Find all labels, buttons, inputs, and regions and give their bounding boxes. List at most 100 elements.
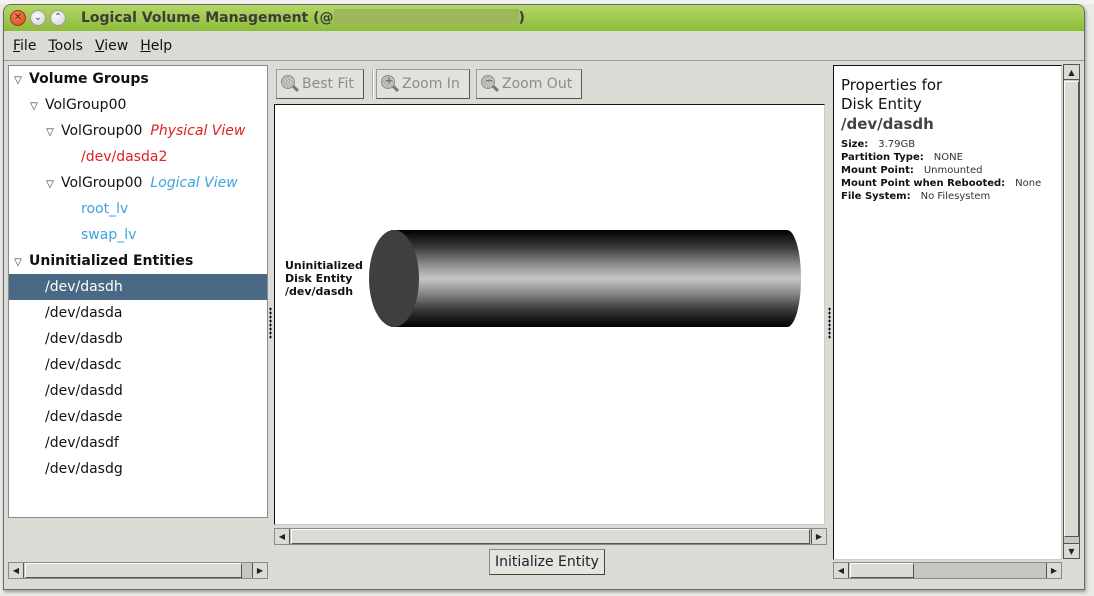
tree-label: /dev/dasdc: [45, 357, 122, 373]
tree-row-logical-view[interactable]: ▽ VolGroup00 Logical View: [9, 170, 267, 196]
entity-label-line: Disk Entity: [285, 272, 353, 285]
volume-tree[interactable]: ▽ Volume Groups ▽ VolGroup00 ▽ VolGroup00 Ph…: [8, 65, 268, 518]
title-bar[interactable]: ✕ ⌄ ⌃ Logical Volume Management (@): [4, 5, 1084, 31]
menu-help[interactable]: Help: [140, 36, 172, 56]
scroll-left-button[interactable]: ◀: [834, 563, 849, 578]
properties-vertical-scrollbar[interactable]: ▲ ▼: [1063, 64, 1080, 559]
tree-label: Uninitialized Entities: [29, 253, 194, 269]
property-value: None: [1015, 178, 1042, 189]
menu-bar: File Tools View Help: [4, 31, 1084, 61]
tree-row-uninit-entity[interactable]: /dev/dasda: [9, 300, 267, 326]
property-key: Mount Point when Rebooted:: [841, 178, 1006, 189]
property-key: Mount Point:: [841, 165, 914, 176]
tree-label: /dev/dasdg: [45, 461, 123, 477]
scrollbar-thumb[interactable]: [25, 563, 242, 578]
tree-label: /dev/dasdf: [45, 435, 119, 451]
tree-row-uninit-entity[interactable]: /dev/dasdf: [9, 430, 267, 456]
tree-label: root_lv: [81, 201, 129, 217]
arrow-left-icon: ◀: [278, 532, 286, 541]
tree-row-volume-groups[interactable]: ▽ Volume Groups: [9, 66, 267, 92]
expander-down-icon[interactable]: ▽: [43, 172, 57, 198]
tree-row-physical-view[interactable]: ▽ VolGroup00 Physical View: [9, 118, 267, 144]
expander-down-icon[interactable]: ▽: [43, 120, 57, 146]
canvas-horizontal-scrollbar[interactable]: ◀ ▶: [274, 528, 827, 545]
property-key: Partition Type:: [841, 152, 924, 163]
tree-label: Volume Groups: [29, 71, 149, 87]
arrow-left-icon: ◀: [837, 566, 845, 575]
tree-row-volgroup[interactable]: ▽ VolGroup00: [9, 92, 267, 118]
scrollbar-thumb[interactable]: [850, 563, 914, 578]
scroll-left-button[interactable]: ◀: [9, 563, 24, 578]
tree-label: swap_lv: [81, 227, 137, 243]
properties-device-name: /dev/dasdh: [841, 115, 934, 133]
maximize-window-button[interactable]: ⌃: [50, 10, 66, 26]
scroll-right-button[interactable]: ▶: [811, 529, 826, 544]
disk-cylinder-body[interactable]: [391, 230, 801, 327]
disk-cylinder-cap[interactable]: [369, 230, 419, 327]
scrollbar-thumb[interactable]: [291, 529, 810, 544]
close-window-button[interactable]: ✕: [10, 10, 26, 26]
tree-label: VolGroup00: [61, 175, 143, 191]
lvm-window: ✕ ⌄ ⌃ Logical Volume Management (@) File…: [3, 4, 1085, 590]
properties-heading-type: Disk Entity: [841, 95, 922, 113]
property-file-system: File System: No Filesystem: [841, 190, 1054, 203]
zoom-in-label: Zoom In: [402, 76, 460, 92]
tree-row-uninit-entity[interactable]: /dev/dasdb: [9, 326, 267, 352]
close-icon: ✕: [13, 12, 23, 23]
zoom-in-button[interactable]: + Zoom In: [376, 69, 470, 99]
tree-row-uninitialized-entities[interactable]: ▽ Uninitialized Entities: [9, 248, 267, 274]
tree-row-uninit-entity[interactable]: /dev/dasdc: [9, 352, 267, 378]
physical-view-label: Physical View: [150, 123, 246, 139]
scrollbar-thumb[interactable]: [1064, 81, 1079, 537]
expander-down-icon[interactable]: ▽: [11, 68, 25, 94]
tree-label: VolGroup00: [45, 97, 127, 113]
zoom-out-button[interactable]: − Zoom Out: [476, 69, 582, 99]
menu-tools-label: ools: [54, 37, 83, 54]
window-title: Logical Volume Management (@): [81, 9, 525, 26]
expander-down-icon[interactable]: ▽: [11, 250, 25, 276]
logical-view-label: Logical View: [150, 175, 238, 191]
left-pane-resize-handle[interactable]: [269, 307, 272, 339]
arrow-right-icon: ▶: [256, 566, 264, 575]
property-key: File System:: [841, 191, 911, 202]
tree-horizontal-scrollbar[interactable]: ◀ ▶: [8, 562, 268, 579]
properties-heading: Properties for: [841, 76, 943, 94]
entity-label-line: Uninitialized: [285, 259, 363, 272]
tree-row-uninit-entity[interactable]: /dev/dasdg: [9, 456, 267, 482]
tree-row-uninit-entity[interactable]: /dev/dasdd: [9, 378, 267, 404]
window-title-text: Logical Volume Management (@: [81, 10, 334, 26]
minimize-window-button[interactable]: ⌄: [30, 10, 46, 26]
redacted-hostname: [333, 9, 519, 25]
menu-tools[interactable]: Tools: [48, 36, 83, 56]
zoom-out-icon: −: [481, 74, 500, 93]
scroll-down-button[interactable]: ▼: [1064, 543, 1079, 558]
properties-horizontal-scrollbar[interactable]: ◀ ▶: [833, 562, 1062, 579]
entity-label-line: /dev/dasdh: [285, 285, 354, 298]
tree-label: /dev/dasda: [45, 305, 123, 321]
tree-row-logical-volume[interactable]: swap_lv: [9, 222, 267, 248]
property-mount-point: Mount Point: Unmounted: [841, 164, 1054, 177]
entity-canvas[interactable]: Uninitialized Disk Entity /dev/dasdh: [274, 104, 825, 525]
menu-view[interactable]: View: [95, 36, 128, 56]
tree-label: /dev/dasdb: [45, 331, 123, 347]
menu-help-mnemonic: H: [140, 37, 151, 54]
property-value: NONE: [933, 152, 963, 163]
initialize-entity-button[interactable]: Initialize Entity: [489, 549, 605, 575]
menu-file[interactable]: File: [13, 36, 36, 56]
window-title-suffix: ): [518, 10, 525, 26]
zoom-out-label: Zoom Out: [502, 76, 573, 92]
tree-row-uninit-entity-selected[interactable]: /dev/dasdh: [9, 274, 267, 300]
menu-file-mnemonic: F: [13, 37, 21, 54]
arrow-left-icon: ◀: [12, 566, 20, 575]
tree-label: /dev/dasde: [45, 409, 123, 425]
scroll-right-button[interactable]: ▶: [252, 563, 267, 578]
right-pane-resize-handle[interactable]: [828, 307, 831, 339]
expander-down-icon[interactable]: ▽: [27, 94, 41, 120]
scroll-up-button[interactable]: ▲: [1064, 65, 1079, 80]
tree-row-uninit-entity[interactable]: /dev/dasde: [9, 404, 267, 430]
scroll-right-button[interactable]: ▶: [1046, 563, 1061, 578]
tree-row-physical-volume[interactable]: /dev/dasda2: [9, 144, 267, 170]
scroll-left-button[interactable]: ◀: [275, 529, 290, 544]
best-fit-button[interactable]: Best Fit: [276, 69, 364, 99]
tree-row-logical-volume[interactable]: root_lv: [9, 196, 267, 222]
